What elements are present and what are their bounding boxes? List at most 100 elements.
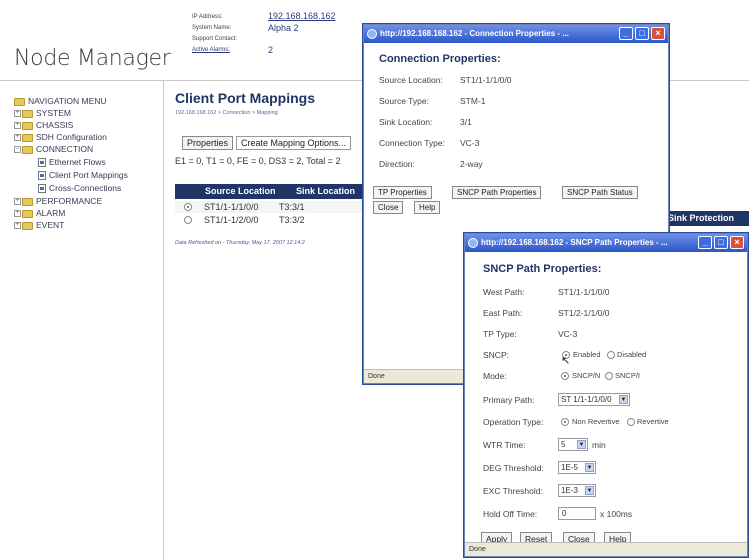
revertive-label[interactable]: Revertive — [637, 417, 669, 426]
folder-icon — [22, 133, 33, 142]
status-bar: Done — [465, 542, 747, 556]
nav-item-cross-connections[interactable]: Cross-Connections — [38, 183, 122, 194]
expand-icon[interactable]: + — [14, 122, 21, 130]
sncp-path-status-button[interactable]: SNCP Path Status — [562, 186, 638, 199]
nav-root-label: NAVIGATION MENU — [28, 96, 107, 106]
sink-location-value: 3/1 — [460, 117, 472, 127]
column-header-sink[interactable]: Sink Location — [296, 186, 355, 196]
data-refreshed-note: Data Refreshed on - Thursday, May 17, 20… — [175, 240, 305, 246]
wtr-time-unit: min — [592, 440, 606, 450]
deg-threshold-select[interactable]: 1E-5 ▼ — [558, 461, 596, 474]
system-name-label: System Name: — [192, 25, 232, 31]
window-titlebar[interactable]: http://192.168.168.162 - Connection Prop… — [364, 25, 668, 43]
expand-icon[interactable]: + — [14, 222, 21, 230]
ip-link[interactable]: 192.168.168.162 — [268, 11, 336, 21]
nav-root[interactable]: NAVIGATION MENU — [14, 96, 107, 106]
active-alarms-link[interactable]: Active Alarms: — [192, 47, 230, 53]
sncp-disabled-radio[interactable] — [607, 351, 615, 359]
folder-icon — [22, 109, 33, 118]
tp-properties-button[interactable]: TP Properties — [373, 186, 432, 199]
non-revertive-radio[interactable] — [561, 418, 569, 426]
sncp-path-properties-heading: SNCP Path Properties: — [483, 263, 602, 275]
column-header-sink-protection[interactable]: Sink Protection — [668, 213, 734, 223]
row-source: ST1/1-1/2/0/0 — [204, 215, 259, 225]
nav-label: Ethernet Flows — [49, 157, 106, 167]
table-row[interactable]: ST1/1-1/1/0/0 T3:3/1 — [175, 201, 364, 213]
nav-label: EVENT — [36, 220, 65, 230]
connection-type-label: Connection Type: — [379, 138, 445, 148]
hold-off-time-input[interactable] — [558, 507, 596, 520]
window-body: SNCP Path Properties: West Path: ST1/1-1… — [465, 252, 747, 546]
close-button[interactable]: Close — [373, 201, 404, 214]
mode-sncp-n-label[interactable]: SNCP/N — [572, 371, 600, 380]
nav-item-event[interactable]: + EVENT — [14, 220, 64, 230]
sncp-enabled-label[interactable]: Enabled — [573, 350, 601, 359]
row-select-radio[interactable] — [184, 216, 192, 224]
wtr-time-label: WTR Time: — [483, 440, 526, 450]
nav-item-sdh-configuration[interactable]: + SDH Configuration — [14, 132, 107, 142]
sncp-label: SNCP: — [483, 350, 509, 360]
column-header-source[interactable]: Source Location — [205, 186, 276, 196]
direction-value: 2-way — [460, 159, 483, 169]
nav-item-connection[interactable]: − CONNECTION — [14, 144, 93, 154]
create-mapping-options-button[interactable]: Create Mapping Options... — [236, 136, 352, 150]
east-path-value: ST1/2-1/1/0/0 — [558, 308, 610, 318]
close-icon[interactable]: × — [730, 236, 744, 249]
collapse-icon[interactable]: − — [14, 146, 21, 154]
mode-sncp-n-radio[interactable] — [561, 372, 569, 380]
sncp-disabled-label[interactable]: Disabled — [617, 350, 646, 359]
nav-item-ethernet-flows[interactable]: Ethernet Flows — [38, 157, 106, 168]
row-select-radio[interactable] — [184, 203, 192, 211]
expand-icon[interactable]: + — [14, 110, 21, 118]
mode-sncp-i-label[interactable]: SNCP/I — [615, 371, 640, 380]
row-sink: T3:3/1 — [279, 202, 305, 212]
nav-item-alarm[interactable]: + ALARM — [14, 208, 65, 218]
mapping-counts: E1 = 0, T1 = 0, FE = 0, DS3 = 2, Total =… — [175, 156, 341, 166]
close-icon[interactable]: × — [651, 27, 665, 40]
chevron-down-icon[interactable]: ▼ — [577, 440, 586, 449]
support-contact-label: Support Contact: — [192, 36, 238, 42]
chevron-down-icon[interactable]: ▼ — [585, 486, 594, 495]
table-row[interactable]: ST1/1-1/2/0/0 T3:3/2 — [175, 214, 364, 226]
exc-threshold-value: 1E-3 — [561, 486, 578, 495]
window-title: http://192.168.168.162 - Connection Prop… — [380, 29, 569, 38]
source-type-value: STM-1 — [460, 96, 486, 106]
window-title: http://192.168.168.162 - SNCP Path Prope… — [481, 238, 668, 247]
primary-path-select[interactable]: ST 1/1-1/1/0/0 ▼ — [558, 393, 630, 406]
nav-label: CONNECTION — [36, 144, 94, 154]
nav-item-system[interactable]: + SYSTEM — [14, 108, 71, 118]
exc-threshold-select[interactable]: 1E-3 ▼ — [558, 484, 596, 497]
sncp-path-properties-button[interactable]: SNCP Path Properties — [452, 186, 542, 199]
breadcrumb[interactable]: 192.168.168.162 > Connection > Mapping — [175, 110, 278, 116]
non-revertive-label[interactable]: Non Revertive — [572, 417, 620, 426]
expand-icon[interactable]: + — [14, 198, 21, 206]
properties-button[interactable]: Properties — [182, 136, 234, 150]
minimize-icon[interactable]: _ — [619, 27, 633, 40]
chevron-down-icon[interactable]: ▼ — [619, 395, 628, 404]
expand-icon[interactable]: + — [14, 210, 21, 218]
west-path-value: ST1/1-1/1/0/0 — [558, 287, 610, 297]
nav-label: PERFORMANCE — [36, 196, 103, 206]
nav-label: Client Port Mappings — [49, 170, 128, 180]
browser-icon — [367, 29, 377, 39]
nav-label: Cross-Connections — [49, 183, 122, 193]
wtr-time-select[interactable]: 5 ▼ — [558, 438, 588, 451]
folder-icon — [14, 97, 25, 106]
mode-sncp-i-radio[interactable] — [605, 372, 613, 380]
window-titlebar[interactable]: http://192.168.168.162 - SNCP Path Prope… — [465, 234, 747, 252]
nav-item-performance[interactable]: + PERFORMANCE — [14, 196, 102, 206]
app-logo: Node Manager — [14, 46, 171, 71]
tp-type-value: VC-3 — [558, 329, 578, 339]
nav-item-client-port-mappings[interactable]: Client Port Mappings — [38, 170, 128, 181]
maximize-icon[interactable]: □ — [714, 236, 728, 249]
wtr-time-value: 5 — [561, 440, 566, 449]
chevron-down-icon[interactable]: ▼ — [585, 463, 594, 472]
minimize-icon[interactable]: _ — [698, 236, 712, 249]
browser-icon — [468, 238, 478, 248]
nav-item-chassis[interactable]: + CHASSIS — [14, 120, 73, 130]
maximize-icon[interactable]: □ — [635, 27, 649, 40]
row-source: ST1/1-1/1/0/0 — [204, 202, 259, 212]
expand-icon[interactable]: + — [14, 134, 21, 142]
revertive-radio[interactable] — [627, 418, 635, 426]
help-button[interactable]: Help — [414, 201, 441, 214]
